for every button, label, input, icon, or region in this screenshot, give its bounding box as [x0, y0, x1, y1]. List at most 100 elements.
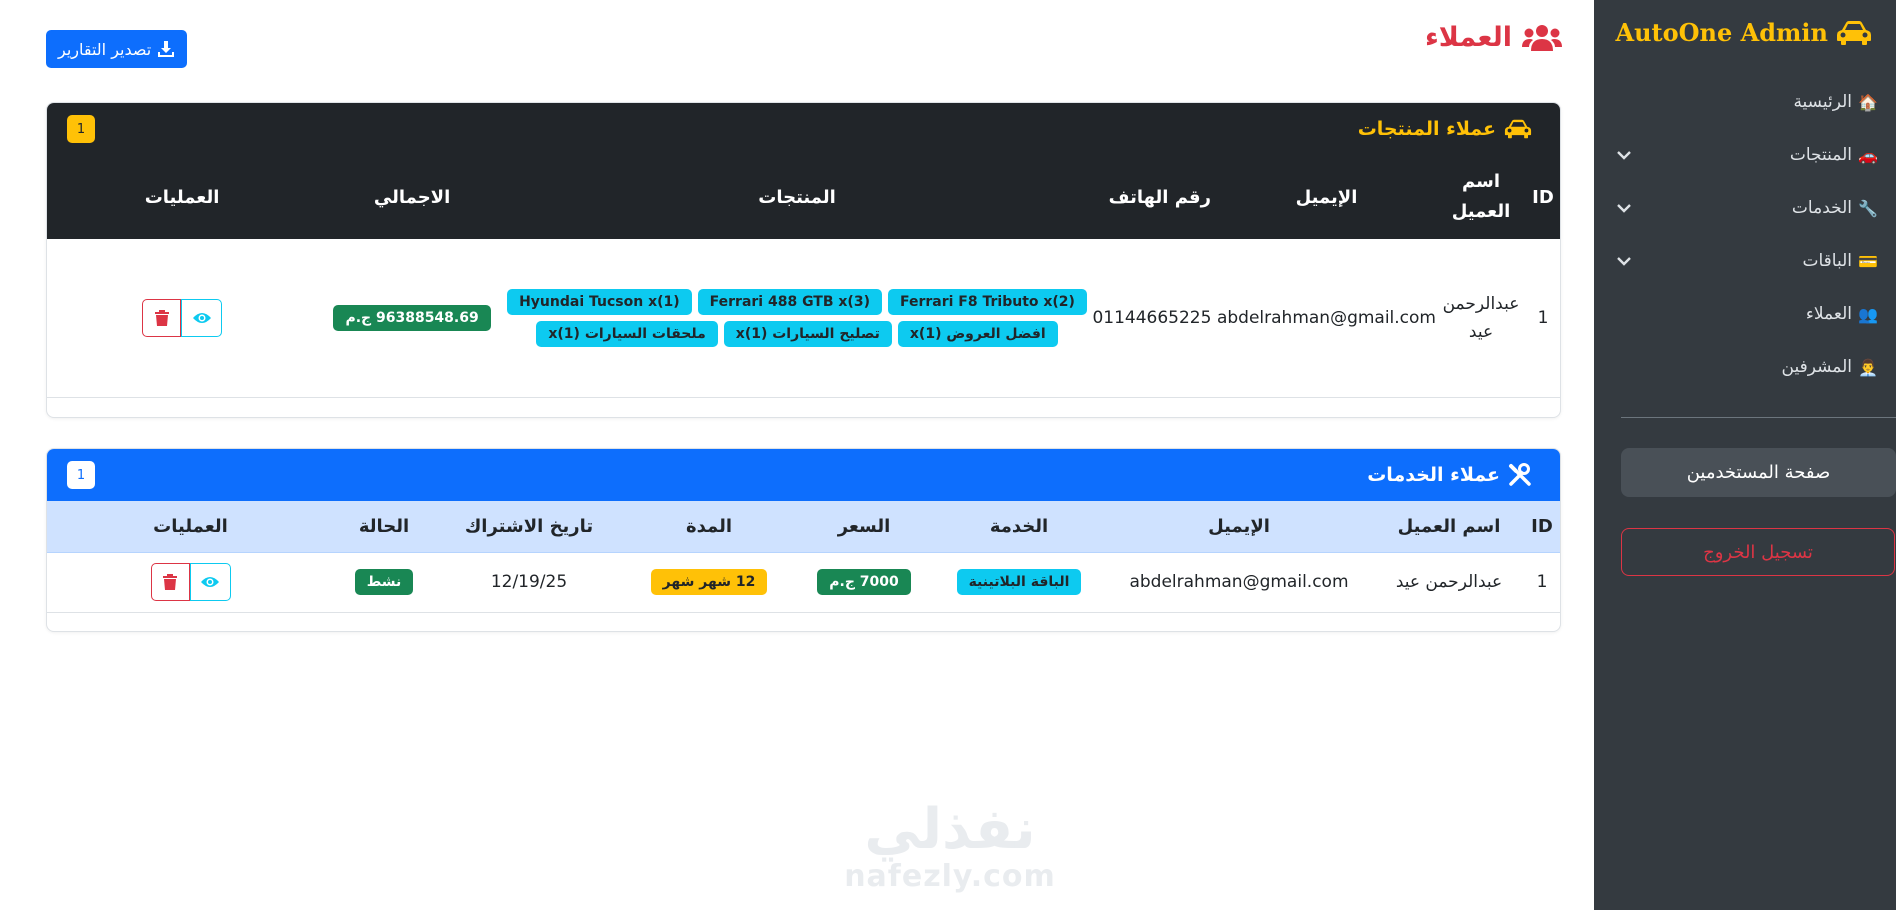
column-header: ID	[1531, 515, 1553, 537]
product-badge: تصليح السيارات (1)x	[723, 320, 892, 347]
sidebar-divider	[1621, 417, 1896, 418]
download-icon	[158, 41, 175, 57]
cell-duration: 12 شهر شهر	[624, 552, 794, 612]
page-title: العملاء	[1425, 22, 1562, 53]
column-header: رقم الهاتف	[1108, 186, 1211, 208]
wrench-icon: 🔧	[1858, 198, 1878, 218]
service-badge: الباقة البلاتينية	[956, 569, 1082, 595]
car-icon	[1837, 20, 1871, 45]
sidebar-item-label: العملاء	[1805, 304, 1852, 324]
watermark-english: nafezly.com	[844, 859, 1056, 894]
products-customers-card: عملاء المنتجات 1 ID اسم العميل الإيميل ر…	[46, 102, 1561, 418]
car-icon	[1504, 119, 1532, 139]
cell-name: عبدالرحمن عيد	[1395, 572, 1503, 592]
column-header: السعر	[837, 515, 891, 537]
cell-price: 7000 ج.م	[794, 552, 934, 612]
count-badge: 1	[67, 461, 95, 489]
actions-group	[150, 563, 231, 601]
cell-id: 1	[1537, 307, 1549, 328]
table-header-row: ID اسم العميل الإيميل الخدمة السعر المدة…	[47, 501, 1560, 552]
cell-email: abdelrahman@gmail.com	[1216, 307, 1436, 328]
cell-service: الباقة البلاتينية	[934, 552, 1104, 612]
table-row: 1 عبدالرحمن عيد abdelrahman@gmail.com ال…	[47, 552, 1560, 612]
watermark: نفذلي nafezly.com	[840, 800, 1060, 894]
product-badge: Ferrari F8 Tributo x(2)	[887, 288, 1087, 315]
car-icon: 🚗	[1858, 145, 1878, 165]
cell-id: 1	[1536, 572, 1548, 592]
sidebar-item-label: الباقات	[1802, 251, 1852, 271]
view-button[interactable]	[181, 298, 223, 337]
delete-button[interactable]	[142, 298, 182, 337]
cell-actions	[47, 552, 334, 612]
cell-actions	[47, 239, 317, 397]
actions-group	[142, 298, 223, 337]
view-button[interactable]	[189, 563, 231, 601]
watermark-arabic: نفذلي	[864, 797, 1036, 862]
card-title: عملاء المنتجات	[1358, 118, 1532, 140]
users-icon: 👥	[1858, 304, 1878, 324]
column-header: الاجمالي	[373, 186, 451, 208]
users-page-button[interactable]: صفحة المستخدمين	[1621, 448, 1896, 497]
trash-icon	[154, 309, 169, 326]
delete-button[interactable]	[150, 563, 190, 601]
credit-card-icon: 💳	[1858, 251, 1878, 271]
eye-icon	[201, 577, 219, 587]
card-title: عملاء الخدمات	[1367, 463, 1532, 487]
product-badge: ملحقات السيارات (1)x	[536, 320, 718, 347]
duration-badge: 12 شهر شهر	[650, 569, 768, 595]
sidebar-item-admins[interactable]: 👨‍💼 المشرفين	[1612, 347, 1878, 387]
product-badge: Hyundai Tucson x(1)	[507, 288, 692, 315]
sidebar-item-label: الخدمات	[1791, 198, 1852, 218]
total-badge: 96388548.69 ج.م	[333, 304, 491, 331]
table-header-row: ID اسم العميل الإيميل رقم الهاتف المنتجا…	[47, 155, 1560, 239]
card-header: عملاء المنتجات 1	[47, 103, 1560, 155]
column-header: المدة	[685, 515, 733, 537]
column-header: العمليات	[153, 515, 228, 537]
sidebar-item-products[interactable]: 🚗 المنتجات	[1612, 135, 1878, 175]
column-header: المنتجات	[758, 186, 836, 208]
column-header: الحالة	[358, 515, 410, 537]
trash-icon	[163, 574, 177, 590]
column-header: ID	[1532, 186, 1554, 208]
admin-icon: 👨‍💼	[1858, 357, 1878, 377]
home-icon: 🏠	[1858, 92, 1878, 112]
card-title-text: عملاء المنتجات	[1357, 118, 1496, 140]
users-icon	[1522, 24, 1562, 51]
column-header: اسم العميل	[1397, 515, 1501, 537]
sidebar: AutoOne Admin 🏠 الرئيسية 🚗 المنتجات 🔧 ال…	[1594, 0, 1896, 910]
column-header: الإيميل	[1295, 186, 1358, 208]
column-header: العمليات	[144, 186, 220, 208]
cell-name: عبدالرحمن عيد	[1442, 293, 1520, 342]
cell-email: abdelrahman@gmail.com	[1129, 572, 1349, 592]
sidebar-item-customers[interactable]: 👥 العملاء	[1612, 294, 1878, 334]
column-header: تاريخ الاشتراك	[464, 515, 594, 537]
cell-date: 12/19/25	[490, 572, 568, 592]
sidebar-item-services[interactable]: 🔧 الخدمات	[1612, 188, 1878, 228]
sidebar-item-packages[interactable]: 💳 الباقات	[1612, 241, 1878, 281]
column-header: اسم العميل	[1451, 171, 1511, 222]
export-reports-button[interactable]: تصدير التقارير	[46, 30, 188, 68]
chevron-down-icon[interactable]	[1612, 143, 1636, 167]
chevron-down-icon[interactable]	[1612, 196, 1636, 220]
sidebar-item-label: الرئيسية	[1793, 92, 1852, 112]
page-title-text: العملاء	[1424, 22, 1512, 53]
cell-products: Ferrari F8 Tributo x(2) Ferrari 488 GTB …	[507, 239, 1087, 397]
cell-total: 96388548.69 ج.م	[317, 239, 507, 397]
products-table: ID اسم العميل الإيميل رقم الهاتف المنتجا…	[47, 155, 1560, 398]
sidebar-item-label: المشرفين	[1781, 357, 1852, 377]
brand[interactable]: AutoOne Admin	[1615, 18, 1872, 47]
product-badge: Ferrari 488 GTB x(3)	[697, 288, 882, 315]
column-header: الخدمة	[989, 515, 1049, 537]
cell-phone: 01144665225	[1092, 307, 1212, 328]
column-header: الإيميل	[1208, 515, 1270, 537]
card-title-text: عملاء الخدمات	[1367, 464, 1500, 486]
sidebar-item-home[interactable]: 🏠 الرئيسية	[1612, 82, 1878, 122]
logout-button[interactable]: تسجيل الخروج	[1621, 528, 1895, 576]
cell-status: نشط	[334, 552, 434, 612]
chevron-down-icon[interactable]	[1612, 249, 1636, 273]
product-badge: افضل العروض (1)x	[897, 320, 1058, 347]
table-row: 1 عبدالرحمن عيد abdelrahman@gmail.com 01…	[47, 239, 1560, 397]
card-header: عملاء الخدمات 1	[47, 449, 1560, 501]
price-badge: 7000 ج.م	[817, 569, 911, 595]
export-label: تصدير التقارير	[58, 39, 152, 59]
